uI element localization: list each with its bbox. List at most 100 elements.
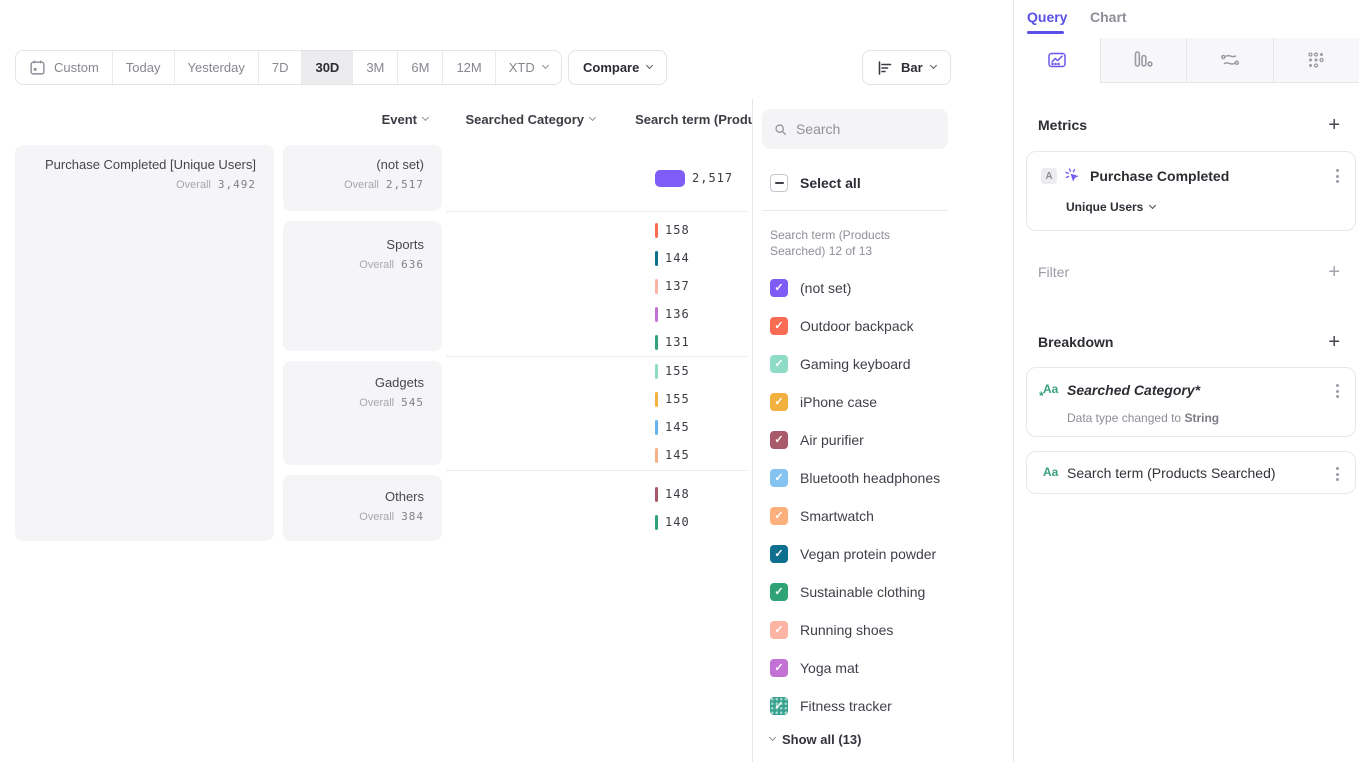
compare-button[interactable]: Compare — [568, 50, 667, 85]
flows-icon — [1220, 50, 1240, 70]
check-icon: ✓ — [774, 587, 783, 598]
value-cell[interactable]: 144 — [655, 248, 690, 268]
date-custom-button[interactable]: Custom — [16, 51, 112, 84]
value-cell[interactable]: 137 — [655, 276, 690, 296]
filter-item-vegan-protein-powder[interactable]: ✓ Vegan protein powder — [770, 545, 936, 563]
horizontal-bar-chart-icon — [877, 60, 893, 76]
view-tab-funnels[interactable] — [1100, 38, 1187, 83]
value-bar — [655, 170, 685, 187]
date-7d-button[interactable]: 7D — [258, 51, 302, 84]
filter-item-not-set[interactable]: ✓ (not set) — [770, 279, 851, 297]
date-30d-button[interactable]: 30D — [301, 51, 352, 84]
date-yesterday-button[interactable]: Yesterday — [174, 51, 258, 84]
minus-icon — [775, 182, 784, 184]
value-cell[interactable]: 158 — [655, 220, 690, 240]
row-group-divider — [446, 356, 747, 357]
filter-item-yoga-mat[interactable]: ✓ Yoga mat — [770, 659, 859, 677]
add-filter-button[interactable]: + — [1328, 264, 1340, 280]
metric-menu-button[interactable] — [1334, 167, 1341, 185]
category-cell-others[interactable]: Others Overall384 — [283, 475, 442, 541]
category-cell-gadgets[interactable]: Gadgets Overall545 — [283, 361, 442, 465]
checkbox-checked[interactable]: ✓ — [770, 355, 788, 373]
column-header-event[interactable]: Event — [382, 112, 428, 127]
checkbox-checked[interactable]: ✓ — [770, 697, 788, 715]
string-type-icon: Aa — [1043, 465, 1058, 479]
checkbox-checked[interactable]: ✓ — [770, 279, 788, 297]
value-cell[interactable]: 131 — [655, 332, 690, 352]
search-input[interactable] — [796, 121, 936, 137]
checkbox-checked[interactable]: ✓ — [770, 469, 788, 487]
metric-card[interactable]: A Purchase Completed Unique Users — [1026, 151, 1356, 231]
show-all-button[interactable]: Show all (13) — [770, 732, 861, 747]
value-cell[interactable]: 148 — [655, 484, 690, 504]
value-cell[interactable]: 145 — [655, 417, 690, 437]
insights-icon — [1047, 50, 1067, 70]
breakdown-section-header: Breakdown + — [1038, 334, 1340, 350]
date-custom-label: Custom — [54, 60, 99, 75]
search-box[interactable] — [762, 109, 948, 149]
value-cell[interactable]: 155 — [655, 389, 690, 409]
active-tab-indicator — [1027, 31, 1064, 34]
filter-item-air-purifier[interactable]: ✓ Air purifier — [770, 431, 864, 449]
string-type-icon: Aa — [1043, 382, 1058, 396]
checkbox-checked[interactable]: ✓ — [770, 659, 788, 677]
tab-chart[interactable]: Chart — [1090, 9, 1127, 25]
filter-item-outdoor-backpack[interactable]: ✓ Outdoor backpack — [770, 317, 914, 335]
date-6m-button[interactable]: 6M — [397, 51, 442, 84]
segment-filter-panel: Select all Search term (Products Searche… — [752, 99, 1013, 762]
check-icon: ✓ — [774, 701, 783, 712]
event-cell[interactable]: Purchase Completed [Unique Users] Overal… — [15, 145, 274, 541]
value-bar — [655, 487, 658, 502]
check-icon: ✓ — [774, 511, 783, 522]
date-today-button[interactable]: Today — [112, 51, 174, 84]
value-cell[interactable]: 145 — [655, 445, 690, 465]
breakdown-menu-button[interactable] — [1334, 382, 1341, 400]
add-breakdown-button[interactable]: + — [1328, 334, 1340, 350]
category-cell-not-set[interactable]: (not set) Overall2,517 — [283, 145, 442, 211]
checkbox-checked[interactable]: ✓ — [770, 621, 788, 639]
row-group-divider — [446, 470, 747, 471]
date-12m-button[interactable]: 12M — [442, 51, 494, 84]
chart-type-select[interactable]: Bar — [862, 50, 951, 85]
check-icon: ✓ — [774, 283, 783, 294]
check-icon: ✓ — [774, 663, 783, 674]
tab-query[interactable]: Query — [1027, 9, 1067, 25]
checkbox-checked[interactable]: ✓ — [770, 431, 788, 449]
funnels-icon — [1133, 50, 1153, 70]
value-cell[interactable]: 136 — [655, 304, 690, 324]
value-bar — [655, 420, 658, 435]
measure-select[interactable]: Unique Users — [1066, 200, 1155, 214]
add-metric-button[interactable]: + — [1328, 117, 1340, 133]
select-all-checkbox-indeterminate[interactable] — [770, 174, 788, 192]
checkbox-checked[interactable]: ✓ — [770, 583, 788, 601]
select-all-row[interactable]: Select all — [770, 174, 861, 192]
view-tab-retention[interactable] — [1273, 38, 1359, 83]
value-cell[interactable]: 2,517 — [655, 168, 733, 188]
checkbox-checked[interactable]: ✓ — [770, 545, 788, 563]
filter-item-bluetooth-headphones[interactable]: ✓ Bluetooth headphones — [770, 469, 940, 487]
filter-item-running-shoes[interactable]: ✓ Running shoes — [770, 621, 893, 639]
filter-item-fitness-tracker[interactable]: ✓ Fitness tracker — [770, 697, 892, 715]
value-bar — [655, 515, 658, 530]
breakdown-menu-button[interactable] — [1334, 465, 1341, 483]
checkbox-checked[interactable]: ✓ — [770, 317, 788, 335]
view-tab-flows[interactable] — [1186, 38, 1273, 83]
view-tab-insights[interactable] — [1014, 38, 1100, 83]
check-icon: ✓ — [774, 473, 783, 484]
breakdown-card-searched-category[interactable]: Aa * Searched Category* Data type change… — [1026, 367, 1356, 437]
column-header-searched-category[interactable]: Searched Category — [466, 112, 596, 127]
filter-item-sustainable-clothing[interactable]: ✓ Sustainable clothing — [770, 583, 925, 601]
filter-item-gaming-keyboard[interactable]: ✓ Gaming keyboard — [770, 355, 911, 373]
check-icon: ✓ — [774, 435, 783, 446]
date-3m-button[interactable]: 3M — [352, 51, 397, 84]
date-xtd-button[interactable]: XTD — [495, 51, 561, 84]
checkbox-checked[interactable]: ✓ — [770, 507, 788, 525]
filter-item-iphone-case[interactable]: ✓ iPhone case — [770, 393, 877, 411]
value-cell[interactable]: 155 — [655, 361, 690, 381]
category-cell-sports[interactable]: Sports Overall636 — [283, 221, 442, 351]
value-cell[interactable]: 140 — [655, 512, 690, 532]
value-bar — [655, 448, 658, 463]
breakdown-card-search-term[interactable]: Aa Search term (Products Searched) — [1026, 451, 1356, 494]
checkbox-checked[interactable]: ✓ — [770, 393, 788, 411]
filter-item-smartwatch[interactable]: ✓ Smartwatch — [770, 507, 874, 525]
